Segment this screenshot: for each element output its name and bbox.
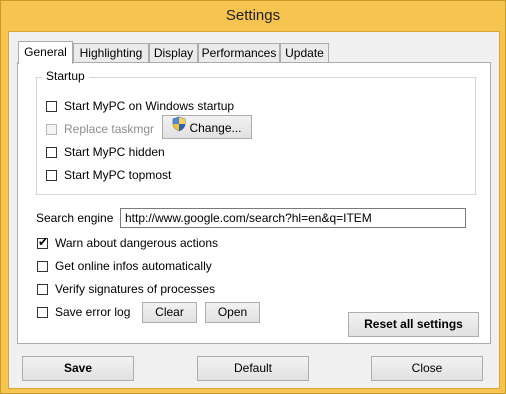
default-button[interactable]: Default <box>197 356 309 381</box>
save-button[interactable]: Save <box>22 356 134 381</box>
start-topmost-checkbox[interactable] <box>46 170 57 181</box>
uac-shield-icon <box>172 116 186 139</box>
general-tab-panel: Startup Start MyPC on Windows startup Re… <box>17 62 491 344</box>
start-hidden-label: Start MyPC hidden <box>64 145 165 159</box>
tab-general[interactable]: General <box>18 41 73 64</box>
search-engine-label: Search engine <box>36 211 114 225</box>
tab-update[interactable]: Update <box>280 43 329 62</box>
start-on-windows-checkbox[interactable] <box>46 101 57 112</box>
replace-taskmgr-checkbox <box>46 124 57 135</box>
open-log-button[interactable]: Open <box>205 302 260 323</box>
checkmark-icon: ✔ <box>38 235 49 249</box>
replace-taskmgr-label: Replace taskmgr <box>64 122 155 136</box>
dialog-client: General Highlighting Display Performance… <box>8 31 500 389</box>
verify-signatures-checkbox[interactable] <box>37 284 48 295</box>
settings-window: Settings General Highlighting Display Pe… <box>0 0 506 394</box>
close-button[interactable]: Close <box>371 356 483 381</box>
tab-highlighting[interactable]: Highlighting <box>73 43 149 62</box>
warn-dangerous-checkbox[interactable]: ✔ <box>37 235 49 249</box>
startup-group-label: Startup <box>42 69 89 83</box>
change-button-label: Change... <box>189 120 242 135</box>
verify-signatures-label: Verify signatures of processes <box>55 282 216 296</box>
search-engine-input[interactable]: http://www.google.com/search?hl=en&q=ITE… <box>120 208 466 228</box>
online-infos-label: Get online infos automatically <box>55 259 212 273</box>
save-error-log-checkbox[interactable] <box>37 307 48 318</box>
online-infos-checkbox[interactable] <box>37 261 48 272</box>
warn-dangerous-label: Warn about dangerous actions <box>55 236 218 250</box>
save-error-log-label: Save error log <box>55 305 131 319</box>
tab-display[interactable]: Display <box>149 43 198 62</box>
start-topmost-label: Start MyPC topmost <box>64 168 172 182</box>
start-hidden-checkbox[interactable] <box>46 147 57 158</box>
reset-all-settings-button[interactable]: Reset all settings <box>348 312 479 337</box>
window-title: Settings <box>225 7 281 24</box>
change-button[interactable]: Change... <box>162 115 252 139</box>
tab-performances[interactable]: Performances <box>198 43 280 62</box>
start-on-windows-label: Start MyPC on Windows startup <box>64 99 235 113</box>
clear-log-button[interactable]: Clear <box>142 302 197 323</box>
